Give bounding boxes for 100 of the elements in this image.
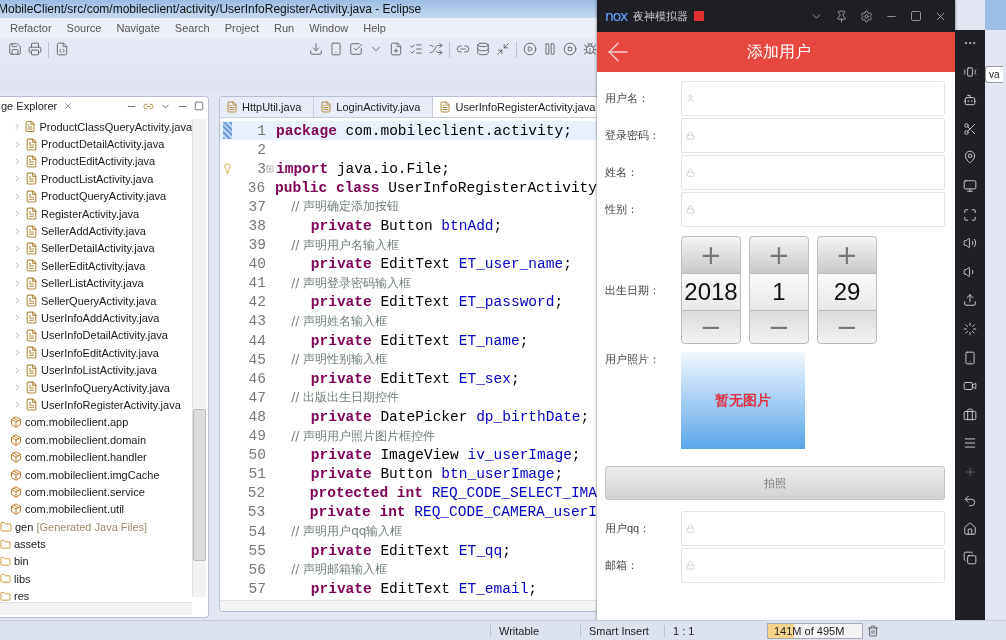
resume-icon[interactable] (523, 42, 537, 56)
list-icon[interactable] (409, 42, 424, 56)
trash-icon[interactable] (867, 624, 879, 637)
step-icon[interactable] (496, 42, 511, 56)
menu-item[interactable]: Window (309, 22, 349, 34)
upload-icon[interactable] (963, 293, 977, 308)
tree-item[interactable]: UserInfoAddActivity.java (41, 312, 160, 324)
line-number: 1 (256, 122, 266, 139)
text-field[interactable] (681, 118, 945, 153)
phone-icon[interactable] (329, 42, 344, 56)
tree-item[interactable]: ProductEditActivity.java (41, 155, 156, 168)
new-file-icon[interactable] (389, 42, 404, 56)
toolbox-icon[interactable] (963, 407, 977, 422)
tree-item[interactable]: UserInfoQueryActivity.java (41, 381, 170, 394)
robot-icon[interactable] (963, 93, 977, 108)
code-line: private EditText ET_name; (309, 332, 529, 349)
tree-item[interactable]: com.mobileclient.service (25, 485, 145, 498)
tree-item[interactable]: bin (14, 555, 29, 568)
tree-item[interactable]: com.mobileclient.util (25, 503, 125, 516)
recent-apps-icon[interactable] (963, 550, 977, 565)
save-icon[interactable] (8, 42, 22, 56)
add-icon[interactable] (963, 464, 977, 479)
tree-item[interactable]: UserInfoRegisterActivity.java (41, 398, 181, 411)
menu-item[interactable]: Source (66, 22, 102, 34)
menu-item[interactable]: Search (174, 22, 210, 34)
maximize-icon[interactable] (910, 9, 922, 22)
location-icon[interactable] (963, 150, 977, 165)
tree-item[interactable]: res (14, 590, 30, 603)
tree-item[interactable]: SellerQueryActivity.java (41, 294, 157, 307)
tree-item[interactable]: ProductClassQueryActivity.java (39, 120, 192, 133)
tree-item[interactable]: UserInfoEditActivity.java (41, 346, 159, 359)
home-icon[interactable] (963, 522, 977, 537)
editor-tab[interactable]: va (985, 66, 1003, 83)
text-field[interactable] (681, 81, 945, 116)
shuffle-icon[interactable] (429, 42, 444, 56)
alert-icon (694, 11, 705, 21)
java-file-icon (25, 276, 38, 290)
tree-item[interactable]: libs (14, 572, 31, 585)
bulb-icon (221, 163, 233, 175)
tree-item[interactable]: gen [Generated Java Files] (15, 520, 148, 533)
pause-icon[interactable] (543, 42, 557, 56)
menu-item[interactable]: Run (273, 22, 295, 34)
tree-item[interactable]: assets (14, 538, 46, 551)
maximize-icon[interactable] (194, 101, 204, 111)
text-field[interactable] (681, 192, 945, 227)
tree-item[interactable]: UserInfoListActivity.java (41, 364, 157, 377)
bug-icon[interactable] (583, 42, 597, 56)
tree-item[interactable]: com.mobileclient.domain (25, 433, 147, 446)
code-line: import java.io.File; (276, 160, 451, 177)
field-label: 邮箱： (605, 558, 639, 573)
binary-file-icon[interactable] (54, 42, 69, 56)
database-icon[interactable] (476, 42, 491, 56)
text-field[interactable] (681, 548, 945, 583)
take-photo-button[interactable]: 拍照 (605, 466, 945, 500)
stop-icon[interactable] (563, 42, 577, 56)
phone-icon[interactable] (963, 350, 977, 365)
decrement-button[interactable]: − (681, 310, 741, 344)
fullscreen-icon[interactable] (963, 207, 977, 222)
link-icon[interactable] (456, 42, 471, 56)
loading-icon[interactable] (963, 321, 977, 336)
tree-item[interactable]: SellerDetailActivity.java (41, 242, 155, 255)
page-title: 添加用户 (746, 41, 812, 62)
decrement-button[interactable]: − (749, 310, 809, 344)
decrement-button[interactable]: − (817, 310, 877, 344)
scrollbar-thumb[interactable] (193, 409, 206, 561)
checkbox-icon[interactable] (349, 42, 364, 56)
text-field[interactable] (681, 511, 945, 546)
tree-item[interactable]: ProductQueryActivity.java (41, 190, 167, 203)
explorer-tab[interactable]: ge Explorer (1, 100, 58, 112)
volume-up-icon[interactable] (963, 236, 977, 251)
tree-item[interactable]: ProductDetailActivity.java (41, 138, 165, 151)
printer-icon[interactable] (28, 42, 42, 56)
tree-item[interactable]: SellerEditActivity.java (41, 259, 146, 272)
menu-item[interactable]: Refactor (10, 22, 52, 34)
tree-item[interactable]: ProductListActivity.java (41, 172, 154, 185)
close-icon[interactable] (63, 101, 74, 111)
line-number: 2 (256, 141, 266, 158)
menu-item[interactable]: Help (363, 22, 386, 34)
fold-icon[interactable] (266, 164, 274, 173)
tree-item[interactable]: com.mobileclient.app (25, 416, 129, 429)
menu-icon[interactable] (963, 436, 977, 451)
tree-item[interactable]: SellerAddActivity.java (41, 225, 146, 238)
back-icon[interactable] (963, 493, 977, 508)
tree-item[interactable]: com.mobileclient.imgCache (25, 468, 160, 481)
text-field[interactable] (681, 155, 945, 190)
tree-item[interactable]: UserInfoDetailActivity.java (41, 329, 168, 342)
shake-icon[interactable] (963, 64, 977, 79)
editor-tab[interactable]: UserInfoRegisterActivity.java (433, 97, 597, 117)
settings-icon[interactable] (860, 9, 873, 23)
java-file-icon (24, 120, 37, 134)
menu-item[interactable]: Project (224, 22, 259, 34)
download-icon[interactable] (309, 42, 324, 56)
pin-icon[interactable] (835, 9, 848, 23)
screen-icon[interactable] (963, 178, 977, 193)
editor-tab[interactable]: HttpUtil.java (220, 97, 315, 117)
menu-item[interactable]: Navigate (116, 22, 160, 34)
tree-item[interactable]: SellerListActivity.java (41, 277, 144, 290)
scissors-icon[interactable] (963, 121, 977, 136)
tree-item[interactable]: RegisterActivity.java (41, 207, 140, 220)
tree-item[interactable]: com.mobileclient.handler (25, 451, 147, 464)
